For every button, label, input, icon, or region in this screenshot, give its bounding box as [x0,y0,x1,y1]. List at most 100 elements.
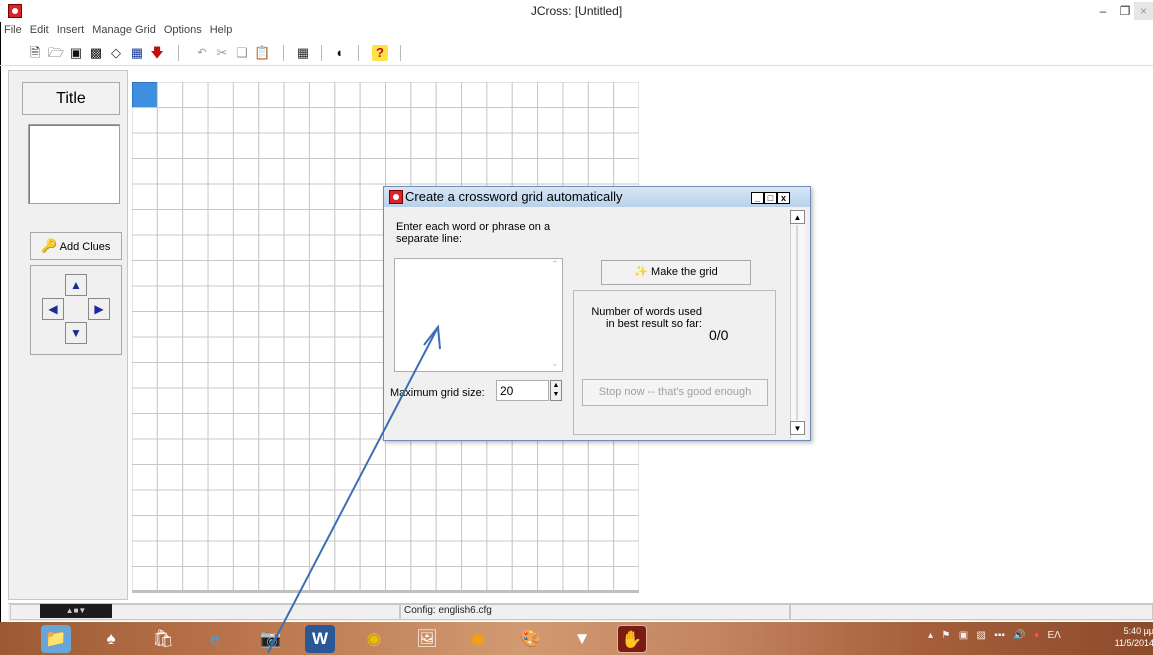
grid-cell[interactable] [537,489,564,516]
games-icon[interactable]: ♠ [96,625,126,653]
grid-cell[interactable] [258,489,285,516]
grid-cell[interactable] [207,464,234,491]
grid-cell[interactable] [385,540,412,567]
grid-cell[interactable] [283,234,310,261]
grid-cell[interactable] [511,489,539,516]
grid-cell[interactable] [283,336,310,363]
grid-cell[interactable] [308,158,336,185]
grid-cell[interactable] [232,540,260,567]
grid-cell[interactable] [207,540,234,567]
grid-cell[interactable] [258,183,285,210]
grid-cell[interactable] [182,260,209,287]
grid-cell[interactable] [359,285,386,312]
grid-cell[interactable] [283,540,310,567]
grid-cell[interactable] [182,438,209,465]
grid-cell[interactable] [156,387,184,414]
grid-cell[interactable] [613,158,639,185]
grid-cell[interactable] [461,82,488,108]
grid-cell[interactable] [308,387,336,414]
arrow-up-icon[interactable]: ▲ [65,274,87,296]
grid-cell[interactable] [132,132,158,159]
grid-cell[interactable] [587,515,615,542]
shield-icon[interactable]: ♦ [1034,630,1039,641]
grid-cell[interactable] [359,566,386,593]
grid-cell[interactable] [182,209,209,236]
grid-cell[interactable] [232,132,260,159]
grid-cell[interactable] [435,540,463,567]
grid-cell[interactable] [182,285,209,312]
grid-cell[interactable] [132,209,158,236]
grid-cell[interactable] [537,566,564,593]
grid-cell[interactable] [410,107,437,134]
grid-cell[interactable] [132,234,158,261]
grid-cell[interactable] [308,209,336,236]
grid-cell[interactable] [308,234,336,261]
grid-cell[interactable] [232,362,260,389]
grid-cell[interactable] [511,566,539,593]
grid-cell[interactable] [132,260,158,287]
grid-cell[interactable] [334,285,361,312]
grid-size-spinner[interactable]: ▲ ▼ [550,380,562,401]
grid-cell[interactable] [132,515,158,542]
menu-options[interactable]: Options [160,22,206,36]
grid-cell[interactable] [207,362,234,389]
grid-cell[interactable] [156,183,184,210]
menu-insert[interactable]: Insert [53,22,89,36]
grid-cell[interactable] [156,158,184,185]
grid-cell[interactable] [232,183,260,210]
grid-cell[interactable] [182,464,209,491]
grid-cell[interactable] [132,158,158,185]
grid-cell[interactable] [283,107,310,134]
grid-cell[interactable] [207,132,234,159]
grid-cell[interactable] [283,311,310,338]
copy-icon[interactable]: ❏ [234,45,250,61]
grid-cell[interactable] [232,311,260,338]
grid-cell[interactable] [156,413,184,440]
word-icon[interactable]: W [305,625,335,653]
grid-cell[interactable] [283,362,310,389]
grid-cell[interactable] [587,489,615,516]
grid-cell[interactable] [385,132,412,159]
grid-cell[interactable] [132,566,158,593]
grid-cell[interactable] [207,260,234,287]
grid-cell[interactable] [359,234,386,261]
grid-cell[interactable] [613,132,639,159]
network-icon[interactable]: ▧ [976,630,985,641]
grid-cell[interactable] [308,285,336,312]
grid-cell[interactable] [334,464,361,491]
grid-cell[interactable] [132,387,158,414]
grid-cell[interactable] [511,438,539,465]
grid-cell[interactable] [562,107,589,134]
grid-cell[interactable] [410,515,437,542]
grid-cell[interactable] [207,515,234,542]
grid-cell[interactable] [435,82,463,108]
grid-cell[interactable] [207,107,234,134]
close-icon[interactable]: × [1134,2,1153,20]
grid-cell[interactable] [613,464,639,491]
grid-cell[interactable] [308,336,336,363]
grid-cell[interactable] [359,311,386,338]
grid-cell[interactable] [308,132,336,159]
grid-cell[interactable] [613,515,639,542]
grid-cell[interactable] [283,285,310,312]
grid-cell[interactable] [562,158,589,185]
grid-cell[interactable] [258,285,285,312]
grid-cell[interactable] [182,311,209,338]
save-icon[interactable]: ▣ [68,45,84,61]
internet-explorer-icon[interactable]: e [200,625,230,653]
grid-cell[interactable] [156,540,184,567]
grid-cell[interactable] [587,82,615,108]
grid-cell[interactable] [410,464,437,491]
volume-icon[interactable]: 🔊 [1013,630,1025,641]
grid-cell[interactable] [182,387,209,414]
grid-cell[interactable] [385,489,412,516]
grid-cell[interactable] [334,489,361,516]
grid-cell[interactable] [207,209,234,236]
grid-cell[interactable] [359,413,386,440]
grid-cell[interactable] [207,183,234,210]
grid-cell[interactable] [461,489,488,516]
scroll-up-icon[interactable]: ▲ [790,210,805,224]
grid-cell[interactable] [283,438,310,465]
grid-cell[interactable] [511,515,539,542]
grid-cell[interactable] [562,438,589,465]
